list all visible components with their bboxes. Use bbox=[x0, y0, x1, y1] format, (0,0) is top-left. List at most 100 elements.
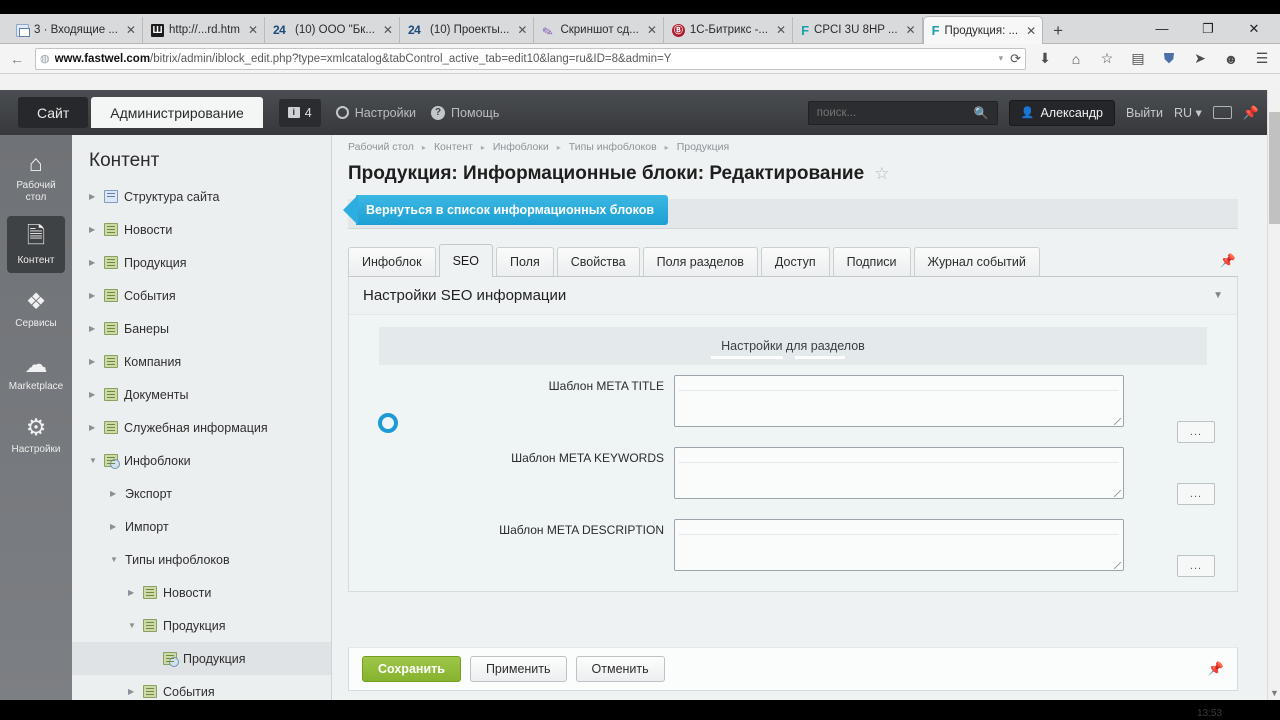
back-to-list-button[interactable]: Вернуться в список информационных блоков bbox=[342, 195, 669, 225]
browser-tab[interactable]: Ш http://...rd.htm ✕ bbox=[142, 17, 265, 43]
reload-icon[interactable]: ⟳ bbox=[1008, 51, 1021, 67]
send-icon[interactable]: ➤ bbox=[1188, 50, 1212, 67]
close-icon[interactable]: ✕ bbox=[248, 23, 258, 37]
meta-keywords-textarea[interactable] bbox=[674, 447, 1124, 499]
apply-button[interactable]: Применить bbox=[469, 656, 567, 682]
close-icon[interactable]: ✕ bbox=[906, 23, 916, 37]
browser-tab[interactable]: 24 (10) ООО "Бк... ✕ bbox=[265, 17, 400, 43]
smiley-icon[interactable]: ☻ bbox=[1219, 51, 1243, 67]
resize-grip-icon[interactable] bbox=[1114, 418, 1121, 425]
meta-description-picker-button[interactable]: ... bbox=[1177, 555, 1215, 577]
chevron-down-icon[interactable]: ▼ bbox=[128, 621, 137, 630]
pin-icon[interactable]: 📌 bbox=[1243, 105, 1259, 121]
download-icon[interactable]: ⬇ bbox=[1033, 50, 1057, 67]
pin-icon[interactable]: 📌 bbox=[1208, 661, 1224, 677]
tree-item[interactable]: ▶ События bbox=[72, 279, 331, 312]
tree-item[interactable]: ▶ Структура сайта bbox=[72, 180, 331, 213]
topbar-help-link[interactable]: ? Помощь bbox=[431, 105, 499, 120]
close-window-button[interactable]: ✕ bbox=[1232, 16, 1276, 42]
chevron-right-icon[interactable]: ▶ bbox=[89, 423, 98, 432]
address-bar[interactable]: ◍ www.fastwel.com/bitrix/admin/iblock_ed… bbox=[35, 47, 1026, 70]
tree-item[interactable]: ▶ Банеры bbox=[72, 312, 331, 345]
tree-item[interactable]: ▶ Новости bbox=[72, 576, 331, 609]
rail-item-settings[interactable]: ⚙ Настройки bbox=[7, 405, 65, 462]
rail-item-services[interactable]: ❖ Сервисы bbox=[7, 279, 65, 336]
admin-search-box[interactable]: 🔍 bbox=[807, 100, 998, 125]
browser-tab[interactable]: Ⓑ 1С-Битрикс -... ✕ bbox=[663, 17, 794, 43]
mode-site-button[interactable]: Сайт bbox=[18, 97, 89, 128]
menu-icon[interactable]: ☰ bbox=[1250, 50, 1274, 67]
breadcrumb-item[interactable]: Контент bbox=[434, 141, 473, 153]
tree-item[interactable]: ▼ Типы инфоблоков bbox=[72, 543, 331, 576]
chevron-right-icon[interactable]: ▶ bbox=[89, 291, 98, 300]
chevron-down-icon[interactable]: ▾ bbox=[999, 53, 1004, 64]
tree-item[interactable]: Продукция bbox=[72, 642, 331, 675]
notifications-badge[interactable]: i 4 bbox=[278, 98, 321, 127]
maximize-button[interactable]: ❐ bbox=[1186, 16, 1230, 42]
meta-description-textarea[interactable] bbox=[674, 519, 1124, 571]
breadcrumb-item[interactable]: Рабочий стол bbox=[348, 141, 414, 153]
close-icon[interactable]: ✕ bbox=[647, 23, 657, 37]
topbar-settings-link[interactable]: Настройки bbox=[335, 106, 416, 120]
cancel-button[interactable]: Отменить bbox=[575, 656, 665, 682]
minimize-button[interactable]: — bbox=[1140, 16, 1184, 42]
star-icon[interactable]: ☆ bbox=[1095, 50, 1119, 67]
tab-event-log[interactable]: Журнал событий bbox=[913, 247, 1040, 276]
tree-item[interactable]: ▶ Служебная информация bbox=[72, 411, 331, 444]
chevron-right-icon[interactable]: ▶ bbox=[89, 258, 98, 267]
back-icon[interactable]: ← bbox=[6, 48, 28, 70]
chevron-right-icon[interactable]: ▶ bbox=[89, 225, 98, 234]
tree-item[interactable]: ▶ Компания bbox=[72, 345, 331, 378]
browser-tab[interactable]: 24 (10) Проекты... ✕ bbox=[399, 17, 535, 43]
tree-item[interactable]: ▼ Продукция bbox=[72, 609, 331, 642]
breadcrumb-item[interactable]: Продукция bbox=[677, 141, 730, 153]
chevron-right-icon[interactable]: ▶ bbox=[128, 687, 137, 696]
browser-tab[interactable]: ✎ Скриншот сд... ✕ bbox=[534, 17, 664, 43]
tree-item[interactable]: ▶ События bbox=[72, 675, 331, 700]
search-input[interactable] bbox=[816, 106, 974, 119]
tab-section-fields[interactable]: Поля разделов bbox=[642, 247, 758, 276]
keyboard-icon[interactable] bbox=[1212, 106, 1232, 119]
breadcrumb-item[interactable]: Инфоблоки bbox=[493, 141, 549, 153]
chevron-right-icon[interactable]: ▶ bbox=[89, 357, 98, 366]
tree-item[interactable]: ▶ Экспорт bbox=[72, 477, 331, 510]
rail-item-content[interactable]: 🗎 Контент bbox=[7, 216, 65, 273]
chevron-right-icon[interactable]: ▶ bbox=[110, 522, 119, 531]
chevron-right-icon[interactable]: ▶ bbox=[89, 192, 98, 201]
tab-seo[interactable]: SEO bbox=[438, 244, 493, 277]
logout-link[interactable]: Выйти bbox=[1126, 106, 1163, 120]
scroll-down-icon[interactable]: ▼ bbox=[1270, 688, 1279, 698]
rail-item-desktop[interactable]: ⌂ Рабочий стол bbox=[7, 141, 65, 210]
meta-title-textarea[interactable] bbox=[674, 375, 1124, 427]
browser-tab-active[interactable]: F Продукция: ... ✕ bbox=[922, 16, 1044, 44]
tab-access[interactable]: Доступ bbox=[760, 247, 830, 276]
user-menu-button[interactable]: 👤 Александр bbox=[1008, 99, 1115, 126]
section-header[interactable]: Настройки SEO информации ▼ bbox=[349, 277, 1237, 315]
pin-icon[interactable]: 📌 bbox=[1220, 253, 1236, 269]
search-icon[interactable]: 🔍 bbox=[974, 106, 989, 120]
tab-properties[interactable]: Свойства bbox=[556, 247, 640, 276]
chevron-down-icon[interactable]: ▼ bbox=[1213, 290, 1223, 301]
chevron-right-icon[interactable]: ▶ bbox=[89, 390, 98, 399]
tab-subscriptions[interactable]: Подписи bbox=[832, 247, 911, 276]
tab-infoblock[interactable]: Инфоблок bbox=[348, 247, 436, 276]
breadcrumb-item[interactable]: Типы инфоблоков bbox=[569, 141, 657, 153]
close-icon[interactable]: ✕ bbox=[517, 23, 527, 37]
chevron-down-icon[interactable]: ▼ bbox=[89, 456, 98, 465]
chevron-right-icon[interactable]: ▶ bbox=[89, 324, 98, 333]
close-icon[interactable]: ✕ bbox=[126, 23, 136, 37]
new-tab-button[interactable]: + bbox=[1043, 21, 1073, 43]
resize-grip-icon[interactable] bbox=[1114, 490, 1121, 497]
browser-tab[interactable]: 3 · Входящие ... ✕ bbox=[8, 17, 143, 43]
chevron-right-icon[interactable]: ▶ bbox=[110, 489, 119, 498]
tab-fields[interactable]: Поля bbox=[495, 247, 554, 276]
chevron-down-icon[interactable]: ▼ bbox=[110, 555, 119, 564]
chevron-right-icon[interactable]: ▶ bbox=[128, 588, 137, 597]
favorite-star-icon[interactable]: ☆ bbox=[874, 164, 889, 184]
tree-item[interactable]: ▼ Инфоблоки bbox=[72, 444, 331, 477]
close-icon[interactable]: ✕ bbox=[776, 23, 786, 37]
tree-item[interactable]: ▶ Импорт bbox=[72, 510, 331, 543]
mode-admin-button[interactable]: Администрирование bbox=[91, 97, 263, 128]
tree-item[interactable]: ▶ Документы bbox=[72, 378, 331, 411]
page-scrollbar[interactable]: ▼ bbox=[1267, 90, 1280, 700]
